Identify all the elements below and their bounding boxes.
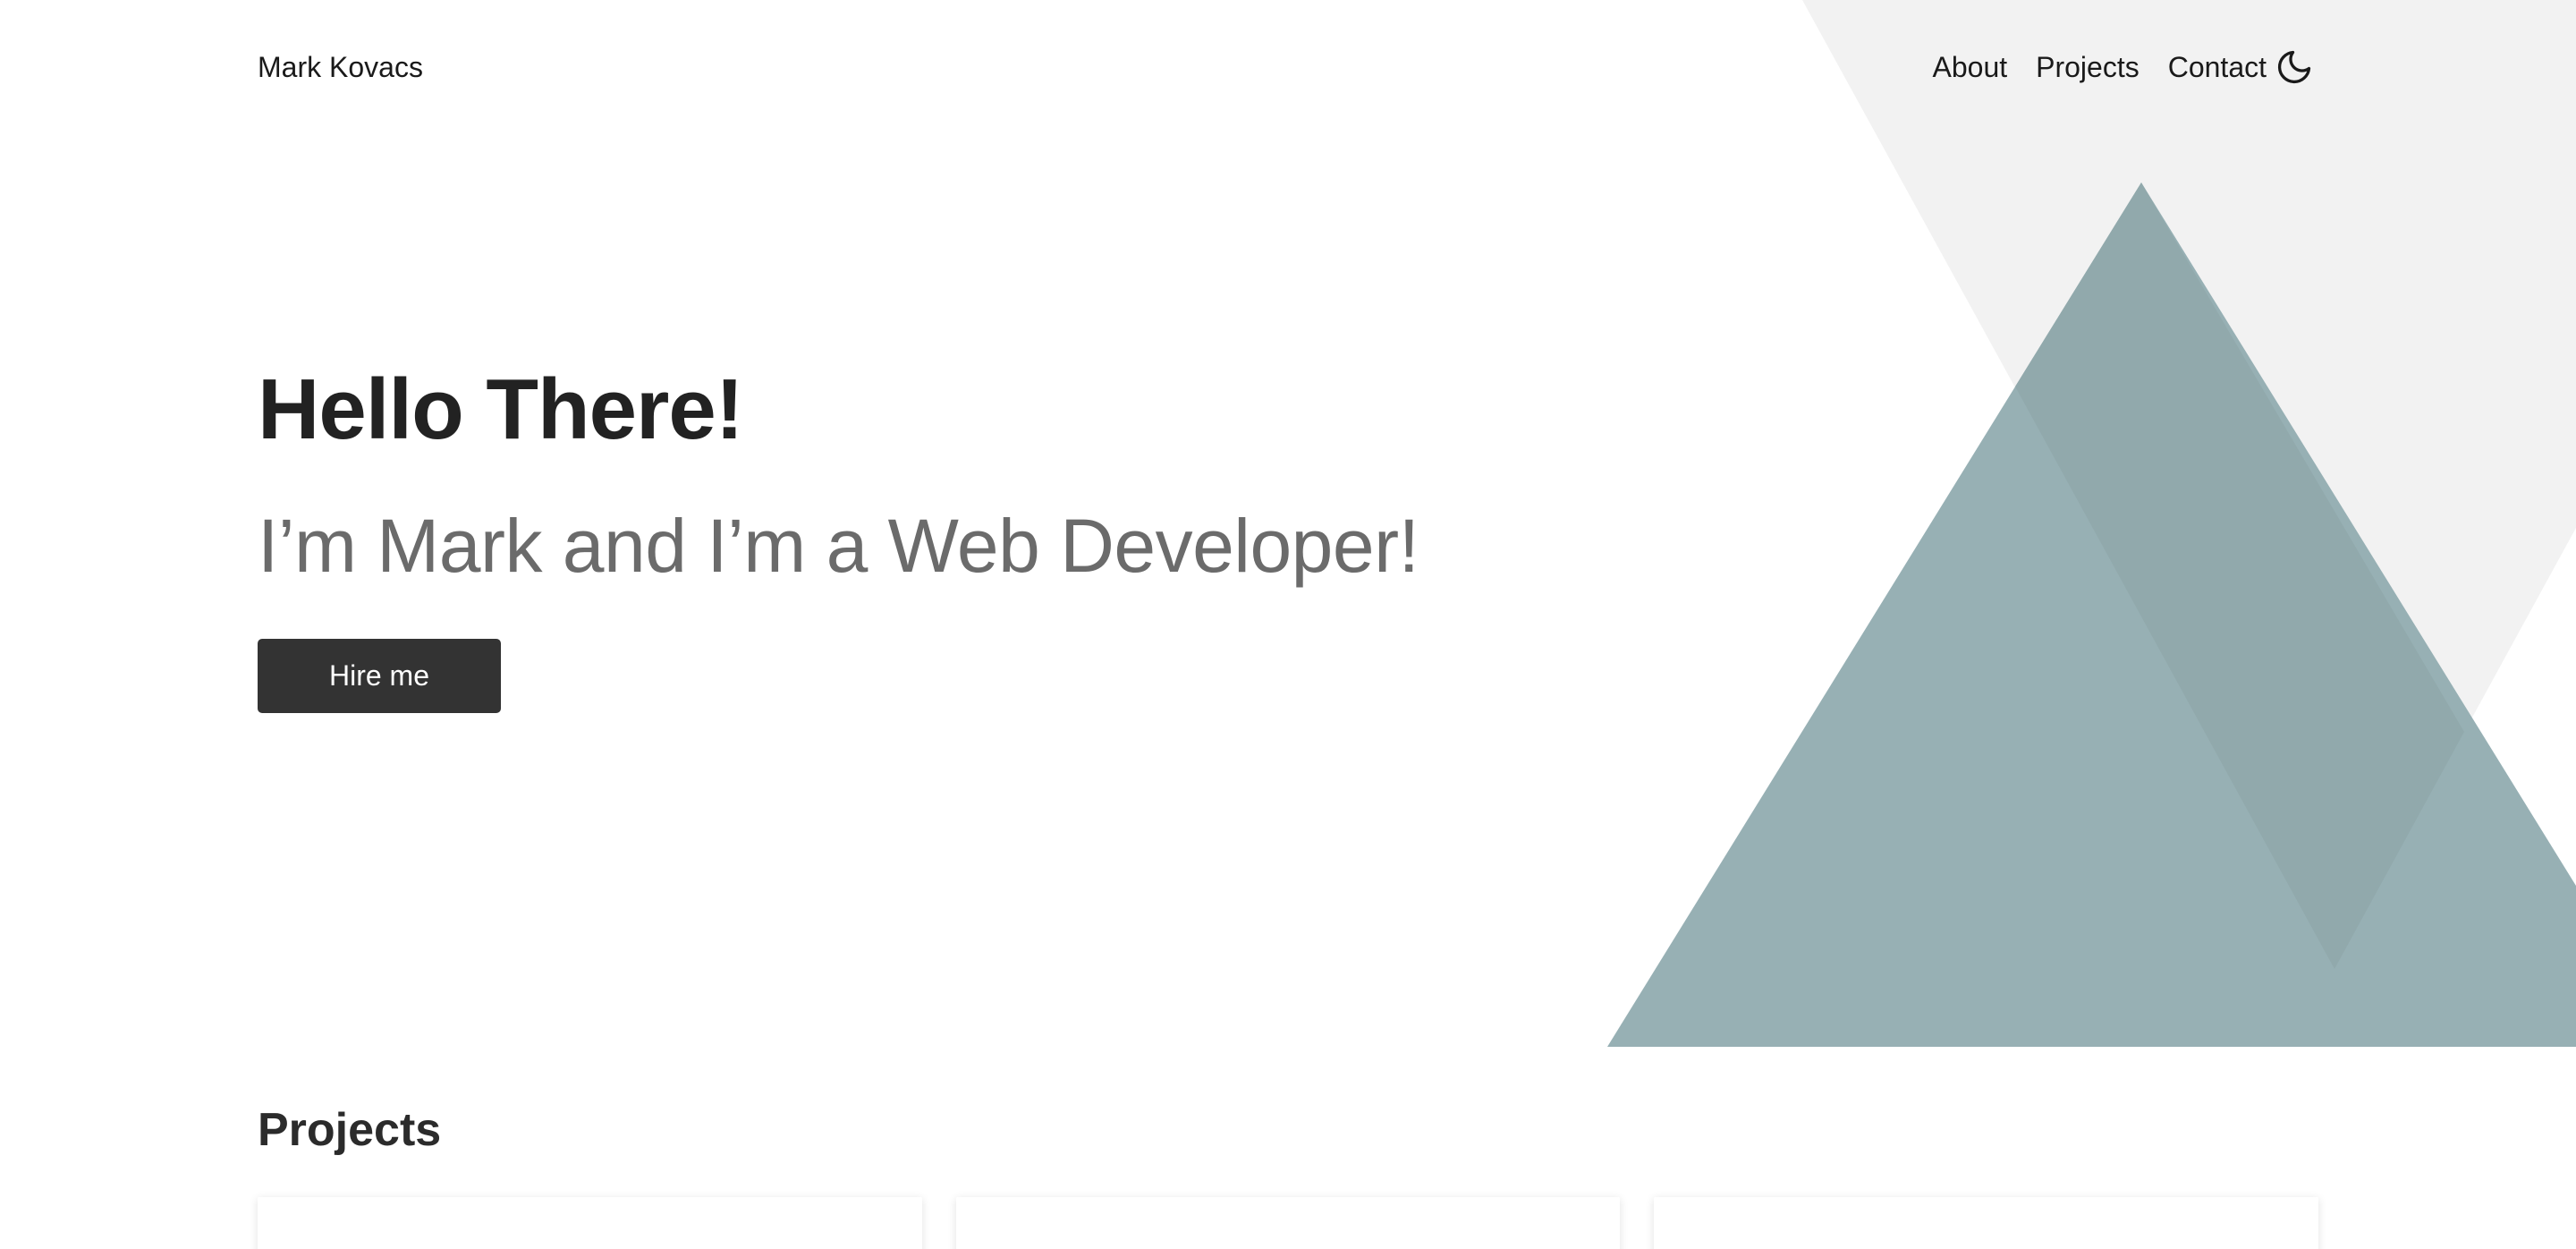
project-card[interactable] [955, 1197, 1621, 1249]
hero-section: Hello There! I’m Mark and I’m a Web Deve… [258, 358, 1599, 713]
site-header: Mark Kovacs About Projects Contact [258, 43, 2318, 91]
theme-toggle-button[interactable] [2270, 43, 2318, 91]
hero-subtitle: I’m Mark and I’m a Web Developer! [258, 504, 1419, 588]
project-card[interactable] [1654, 1197, 2319, 1249]
nav-link-about[interactable]: About [1933, 43, 2008, 91]
hero-title: Hello There! [258, 361, 744, 457]
nav-link-contact[interactable]: Contact [2168, 43, 2267, 91]
project-cards [258, 1197, 2319, 1249]
brand-link[interactable]: Mark Kovacs [258, 43, 423, 91]
hire-me-button[interactable]: Hire me [258, 639, 501, 713]
project-card[interactable] [258, 1197, 922, 1249]
nav-link-projects[interactable]: Projects [2036, 43, 2140, 91]
main-nav: About Projects Contact [1933, 43, 2267, 91]
projects-heading: Projects [258, 1104, 442, 1156]
page: Mark Kovacs About Projects Contact Hello… [0, 0, 2576, 1249]
teal-mountain-triangle [1607, 183, 2576, 1047]
light-gray-triangle [1802, 0, 2576, 969]
teal-overlap-shape [2015, 183, 2464, 969]
moon-icon [2277, 50, 2311, 84]
